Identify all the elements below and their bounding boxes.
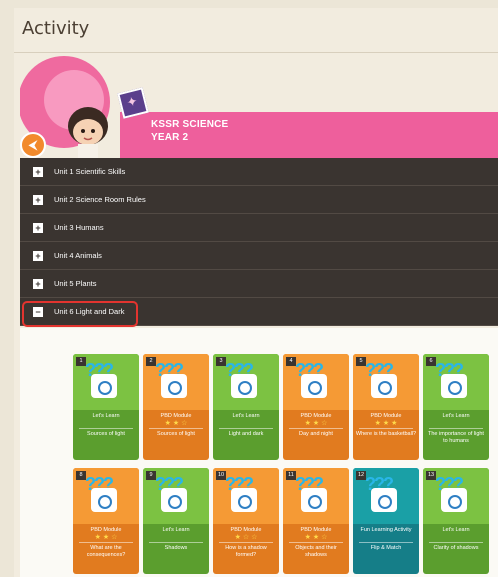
activity-card-5[interactable]: 5 ??? PBD Module ★ ★ ★ Where is the bask… [353, 354, 419, 460]
activity-card-3[interactable]: 3 ??? Let's Learn Light and dark [213, 354, 279, 460]
expand-icon: + [33, 250, 43, 261]
activity-card-9[interactable]: 9 ??? Let's Learn Shadows [143, 468, 209, 574]
magnifier-icon [301, 374, 327, 398]
star-rating: ★ ★ ☆ [304, 420, 328, 427]
magnifier-icon [91, 374, 117, 398]
unit-row-5[interactable]: + Unit 5 Plants [20, 270, 498, 298]
magnifier-icon [231, 488, 257, 512]
card-label: Sources of light [87, 431, 125, 437]
activity-page: Activity KSSR SCIENCE YEAR 2 ⮜ + Unit 1 … [14, 8, 498, 577]
expand-icon: + [33, 278, 43, 289]
unit-row-1[interactable]: + Unit 1 Scientific Skills [20, 158, 498, 186]
star-rating: ★ ★ ★ [374, 420, 398, 427]
unit-label: Unit 5 Plants [54, 279, 97, 288]
expand-icon: + [33, 166, 43, 177]
magnifier-icon [371, 488, 397, 512]
card-type: PBD Module [300, 413, 332, 419]
card-label: Where is the basketball? [355, 431, 417, 437]
activity-card-1[interactable]: 1 ??? Let's Learn Sources of light [73, 354, 139, 460]
page-title: Activity [22, 18, 90, 39]
activity-card-10[interactable]: 10 ??? PBD Module ★ ☆ ☆ How is a shadow … [213, 468, 279, 574]
magnifier-icon [161, 374, 187, 398]
magnifier-icon [371, 374, 397, 398]
student-mascot-icon [68, 107, 108, 158]
card-type: Let's Learn [442, 527, 470, 533]
card-label: What are the consequences? [86, 545, 126, 558]
activity-card-2[interactable]: 2 ??? PBD Module ★ ★ ☆ Sources of light [143, 354, 209, 460]
card-type: PBD Module [300, 527, 332, 533]
card-label: Light and dark [228, 431, 264, 437]
card-type: PBD Module [90, 527, 122, 533]
card-label: Sources of light [157, 431, 195, 437]
unit-label: Unit 4 Animals [54, 251, 102, 260]
activity-grid: 1 ??? Let's Learn Sources of light 2 ???… [20, 328, 498, 577]
card-label: Flip & Match [370, 545, 402, 551]
card-label: Day and night [299, 431, 333, 437]
activity-card-6[interactable]: 6 ??? Let's Learn The importance of ligh… [423, 354, 489, 460]
magnifier-icon [301, 488, 327, 512]
unit-row-4[interactable]: + Unit 4 Animals [20, 242, 498, 270]
activity-card-12[interactable]: 12 ??? Fun Learning Activity Flip & Matc… [353, 468, 419, 574]
card-label: The importance of light to humans [428, 431, 484, 444]
course-year: YEAR 2 [151, 132, 189, 143]
course-banner: KSSR SCIENCE YEAR 2 ⮜ [20, 56, 498, 158]
highlight-box [22, 301, 138, 327]
card-label: Clarity of shadows [433, 545, 479, 551]
star-rating: ★ ☆ ☆ [234, 534, 258, 541]
activity-card-8[interactable]: 8 ??? PBD Module ★ ★ ☆ What are the cons… [73, 468, 139, 574]
star-rating: ★ ★ ☆ [304, 534, 328, 541]
course-name: KSSR SCIENCE [151, 119, 229, 130]
expand-icon: + [33, 222, 43, 233]
expand-icon: + [33, 194, 43, 205]
magnifier-icon [91, 488, 117, 512]
card-type: Let's Learn [232, 413, 260, 419]
star-rating: ★ ★ ☆ [164, 420, 188, 427]
magnifier-icon [441, 488, 467, 512]
magnifier-icon [231, 374, 257, 398]
magnifier-icon [441, 374, 467, 398]
card-label: Objects and their shadows [295, 545, 337, 558]
activity-card-4[interactable]: 4 ??? PBD Module ★ ★ ☆ Day and night [283, 354, 349, 460]
back-arrow-icon: ⮜ [28, 137, 38, 152]
card-type: Let's Learn [162, 527, 190, 533]
star-rating: ★ ★ ☆ [94, 534, 118, 541]
unit-label: Unit 3 Humans [54, 223, 104, 232]
card-type: Fun Learning Activity [360, 527, 412, 533]
card-type: Let's Learn [442, 413, 470, 419]
card-type: PBD Module [160, 413, 192, 419]
card-type: PBD Module [230, 527, 262, 533]
course-title: KSSR SCIENCE YEAR 2 [151, 118, 228, 144]
card-type: PBD Module [370, 413, 402, 419]
magnifier-icon [161, 488, 187, 512]
title-divider [14, 52, 498, 53]
unit-label: Unit 2 Science Room Rules [54, 195, 146, 204]
card-label: How is a shadow formed? [225, 545, 267, 558]
unit-row-2[interactable]: + Unit 2 Science Room Rules [20, 186, 498, 214]
unit-label: Unit 1 Scientific Skills [54, 167, 126, 176]
activity-card-13[interactable]: 13 ??? Let's Learn Clarity of shadows [423, 468, 489, 574]
activity-card-11[interactable]: 11 ??? PBD Module ★ ★ ☆ Objects and thei… [283, 468, 349, 574]
card-type: Let's Learn [92, 413, 120, 419]
card-label: Shadows [164, 545, 188, 551]
unit-row-3[interactable]: + Unit 3 Humans [20, 214, 498, 242]
back-button[interactable]: ⮜ [20, 132, 46, 158]
